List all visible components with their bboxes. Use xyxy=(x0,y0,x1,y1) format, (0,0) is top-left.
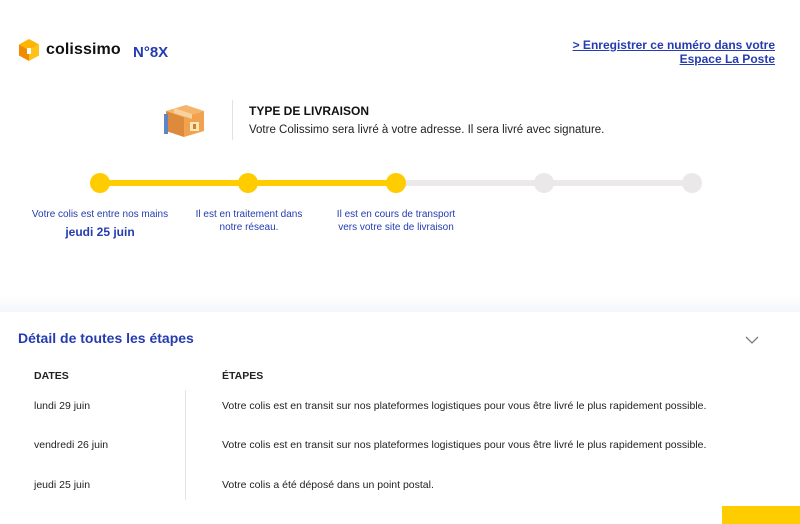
delivery-divider xyxy=(232,100,233,140)
progress-step-2: Il est en traitement dans notre réseau. xyxy=(184,208,314,234)
step-1-date: jeudi 25 juin xyxy=(65,225,135,239)
colissimo-logo[interactable]: colissimo xyxy=(18,38,121,62)
row-2-date: vendredi 26 juin xyxy=(34,439,109,451)
row-2-step: Votre colis est en transit sur nos plate… xyxy=(222,439,707,451)
yellow-accent-block xyxy=(722,506,800,524)
progress-timeline xyxy=(0,170,800,200)
delivery-type: TYPE DE LIVRAISON Votre Colissimo sera l… xyxy=(160,100,604,140)
delivery-title: TYPE DE LIVRAISON xyxy=(249,104,370,118)
delivery-description: Votre Colissimo sera livré à votre adres… xyxy=(249,124,605,136)
progress-step-3: Il est en cours de transport vers votre … xyxy=(328,208,464,234)
progress-step-1: Votre colis est entre nos mains jeudi 25… xyxy=(30,208,170,239)
step-2-label: Il est en traitement dans notre réseau. xyxy=(195,209,303,233)
save-link-line2: Espace La Poste xyxy=(679,52,775,66)
save-link-line1: > Enregistrer ce numéro dans votre xyxy=(572,38,775,52)
progress-dot-1 xyxy=(90,173,110,193)
dates-column-header: DATES xyxy=(34,370,69,382)
tracking-number: N°8X xyxy=(133,44,169,61)
brand-name: colissimo xyxy=(46,41,121,58)
header: colissimo N°8X > Enregistrer ce numéro d… xyxy=(0,0,800,90)
steps-column-header: ÉTAPES xyxy=(222,370,264,382)
progress-dot-4 xyxy=(534,173,554,193)
section-separator xyxy=(0,296,800,312)
column-divider xyxy=(185,390,186,500)
row-3-date: jeudi 25 juin xyxy=(34,479,91,491)
progress-dot-2 xyxy=(238,173,258,193)
row-3-step: Votre colis a été déposé dans un point p… xyxy=(222,479,434,491)
package-icon xyxy=(164,105,204,137)
details-title: Détail de toutes les étapes xyxy=(18,330,194,346)
step-1-label: Votre colis est entre nos mains xyxy=(31,209,169,220)
colissimo-cube-icon xyxy=(19,39,39,61)
row-1-date: lundi 29 juin xyxy=(34,400,91,412)
progress-dot-5 xyxy=(682,173,702,193)
delivery-text: TYPE DE LIVRAISON Votre Colissimo sera l… xyxy=(249,100,604,140)
details-toggle[interactable]: Détail de toutes les étapes xyxy=(0,312,800,362)
step-3-label: Il est en cours de transport vers votre … xyxy=(336,209,456,233)
chevron-down-icon[interactable] xyxy=(745,335,759,345)
save-number-link[interactable]: > Enregistrer ce numéro dans votre Espac… xyxy=(573,38,775,66)
progress-dot-3 xyxy=(386,173,406,193)
row-1-step: Votre colis est en transit sur nos plate… xyxy=(222,400,707,412)
